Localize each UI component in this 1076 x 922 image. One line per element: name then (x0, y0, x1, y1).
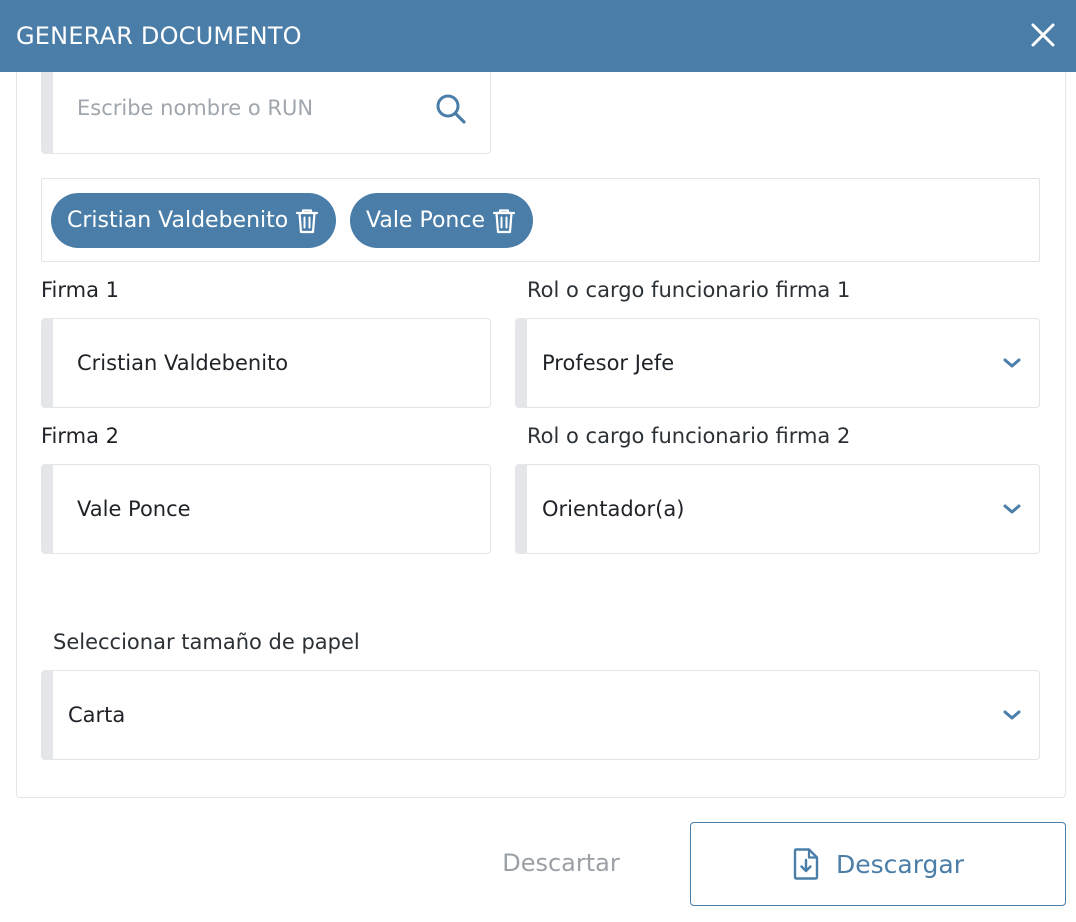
chevron-down-icon (1003, 504, 1021, 514)
file-download-icon (793, 848, 819, 880)
signature-2-name-input[interactable]: Vale Ponce (41, 464, 491, 554)
signature-2-name-value: Vale Ponce (77, 497, 191, 521)
signature-2-label: Firma 2 (41, 424, 120, 448)
signature-1-name-value: Cristian Valdebenito (77, 351, 289, 375)
role-1-label: Rol o cargo funcionario firma 1 (527, 278, 851, 302)
chevron-down-icon (1003, 358, 1021, 368)
signer-chip[interactable]: Vale Ponce (350, 193, 533, 248)
discard-label: Descartar (502, 849, 620, 877)
signer-chip[interactable]: Cristian Valdebenito (51, 193, 337, 248)
chevron-down-icon (1003, 710, 1021, 720)
role-1-value: Profesor Jefe (542, 351, 675, 375)
role-2-value: Orientador(a) (542, 497, 685, 521)
search-icon[interactable] (434, 92, 468, 126)
paper-size-value: Carta (68, 703, 126, 727)
role-2-label: Rol o cargo funcionario firma 2 (527, 424, 851, 448)
paper-size-label: Seleccionar tamaño de papel (53, 630, 360, 654)
discard-button[interactable]: Descartar (488, 836, 634, 890)
close-button[interactable] (1024, 16, 1062, 54)
signature-1-name-input[interactable]: Cristian Valdebenito (41, 318, 491, 408)
modal-header: GENERAR DOCUMENTO (0, 0, 1076, 72)
signature-1-label: Firma 1 (41, 278, 120, 302)
role-1-select[interactable]: Profesor Jefe (515, 318, 1040, 408)
trash-icon[interactable] (491, 207, 517, 235)
paper-size-select[interactable]: Carta (41, 670, 1040, 760)
download-label: Descargar (835, 849, 965, 879)
modal-title: GENERAR DOCUMENTO (16, 22, 302, 50)
chip-label: Cristian Valdebenito (67, 208, 289, 233)
role-2-select[interactable]: Orientador(a) (515, 464, 1040, 554)
search-input[interactable]: Escribe nombre o RUN (41, 72, 491, 154)
trash-icon[interactable] (294, 207, 320, 235)
chip-label: Vale Ponce (366, 208, 485, 233)
download-button[interactable]: Descargar (690, 822, 1066, 906)
close-icon (1031, 23, 1055, 47)
selected-signers-box: Cristian Valdebenito Vale Ponce (41, 178, 1040, 262)
search-placeholder: Escribe nombre o RUN (77, 96, 314, 120)
